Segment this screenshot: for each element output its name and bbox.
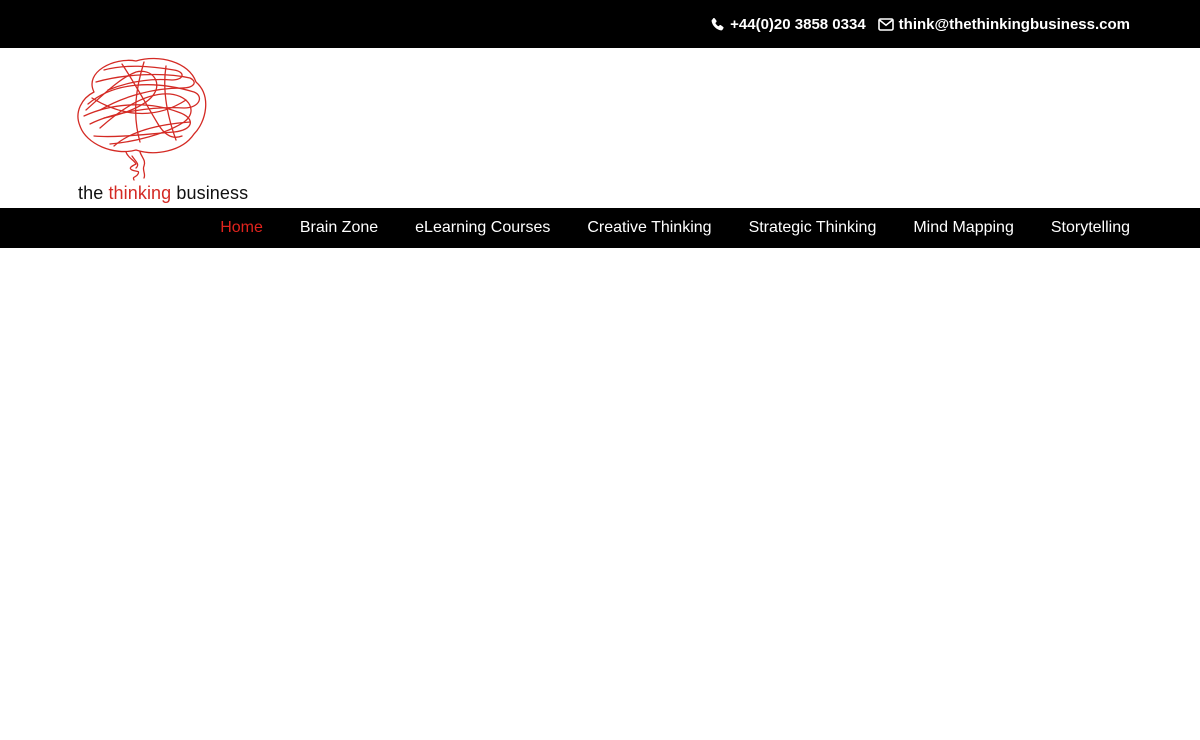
logo-text-the: the: [78, 183, 109, 203]
nav-item-strategic-thinking[interactable]: Strategic Thinking: [749, 219, 877, 237]
top-contact-bar: +44(0)20 3858 0334 think@thethinkingbusi…: [0, 0, 1200, 48]
site-logo[interactable]: the thinking business: [74, 52, 264, 204]
brain-logo-icon: [77, 57, 207, 181]
phone-number: +44(0)20 3858 0334: [730, 15, 866, 33]
logo-text-thinking: thinking: [108, 183, 172, 203]
phone-icon: [710, 17, 725, 32]
email-link[interactable]: think@thethinkingbusiness.com: [877, 15, 1130, 33]
contact-info: +44(0)20 3858 0334 think@thethinkingbusi…: [710, 0, 1130, 48]
nav-item-elearning-courses[interactable]: eLearning Courses: [415, 219, 550, 237]
nav-item-creative-thinking[interactable]: Creative Thinking: [587, 219, 711, 237]
phone-link[interactable]: +44(0)20 3858 0334: [710, 16, 866, 33]
page-content-area: [0, 248, 1200, 740]
logo-wordmark: the thinking business: [78, 183, 248, 204]
main-navigation: Home Brain Zone eLearning Courses Creati…: [0, 208, 1200, 248]
logo-text-business: business: [171, 183, 249, 203]
envelope-icon: [877, 17, 894, 31]
nav-item-storytelling[interactable]: Storytelling: [1051, 219, 1130, 237]
nav-item-home[interactable]: Home: [220, 219, 263, 237]
nav-item-mind-mapping[interactable]: Mind Mapping: [913, 219, 1014, 237]
email-address: think@thethinkingbusiness.com: [898, 15, 1130, 33]
nav-item-brain-zone[interactable]: Brain Zone: [300, 219, 378, 237]
site-header: the thinking business: [0, 48, 1200, 208]
nav-menu: Home Brain Zone eLearning Courses Creati…: [220, 208, 1130, 248]
